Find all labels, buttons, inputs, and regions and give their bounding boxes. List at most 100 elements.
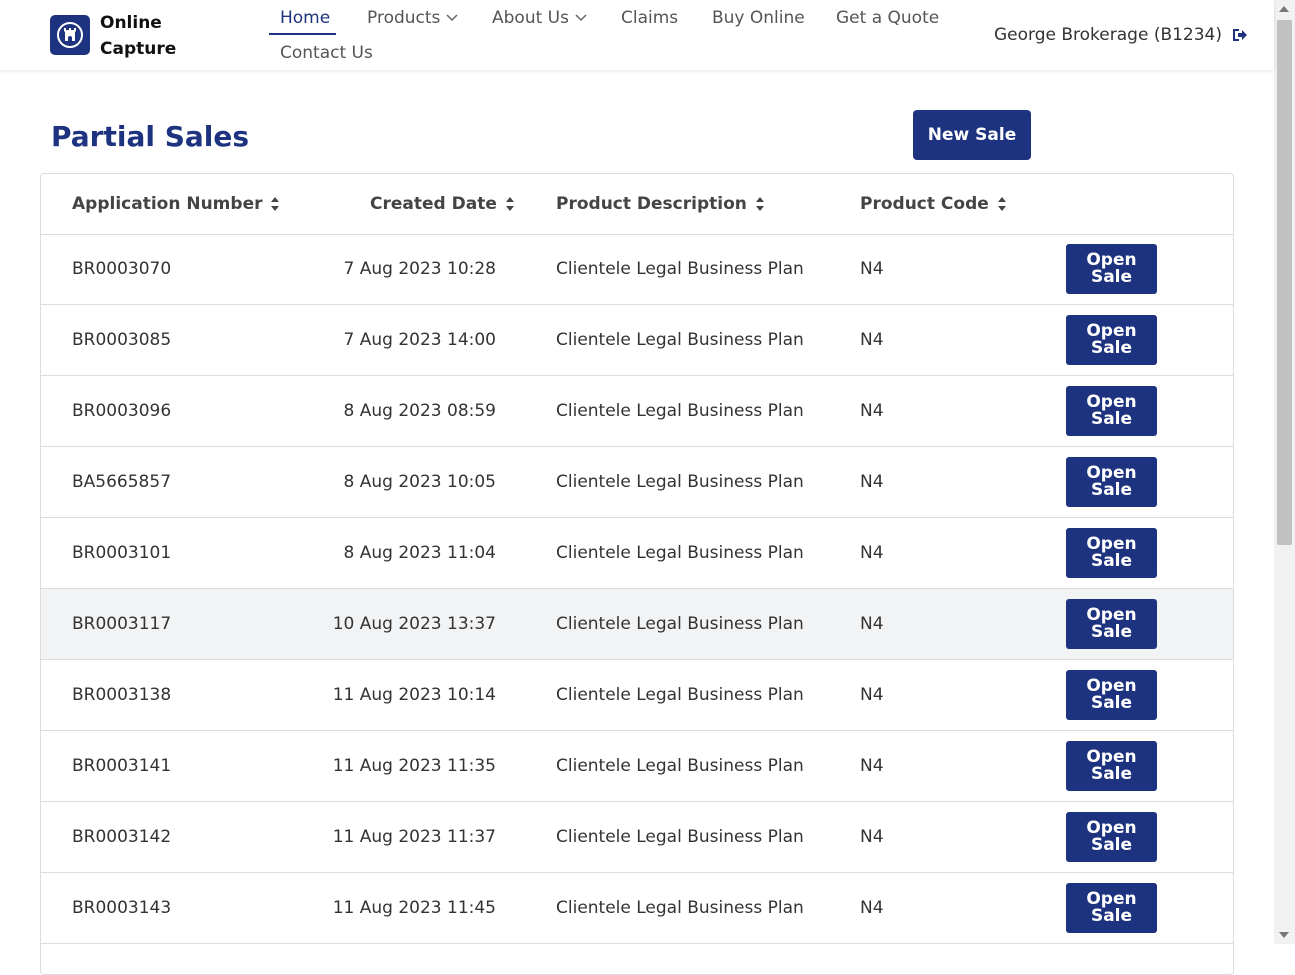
created-date-cell: 7 Aug 2023 10:28 xyxy=(343,259,496,279)
nav-claims[interactable]: Claims xyxy=(621,8,678,28)
open-sale-button[interactable]: Open Sale xyxy=(1066,315,1157,365)
open-sale-label-2: Sale xyxy=(1090,906,1133,926)
column-header-created-date[interactable]: Created Date xyxy=(370,194,515,214)
open-sale-label-2: Sale xyxy=(1090,764,1133,784)
open-sale-label-2: Sale xyxy=(1090,267,1133,287)
nav-contact-us[interactable]: Contact Us xyxy=(280,43,373,63)
created-date-cell: 11 Aug 2023 10:14 xyxy=(332,685,496,705)
table-row: BA5665857 8 Aug 2023 10:05 Clientele Leg… xyxy=(41,447,1233,518)
user-name: George Brokerage (B1234) xyxy=(994,25,1223,45)
table-row: BR0003143 11 Aug 2023 11:45 Clientele Le… xyxy=(41,873,1233,944)
brand-name: Online Capture xyxy=(100,10,220,62)
application-number-cell: BA5665857 xyxy=(72,472,172,492)
product-code-cell: N4 xyxy=(860,259,884,279)
chevron-down-icon xyxy=(446,14,458,22)
product-code-cell: N4 xyxy=(860,543,884,563)
product-description-cell: Clientele Legal Business Plan xyxy=(556,259,804,279)
table-row: BR0003138 11 Aug 2023 10:14 Clientele Le… xyxy=(41,660,1233,731)
product-code-cell: N4 xyxy=(860,827,884,847)
nav-contact-us-label: Contact Us xyxy=(280,43,373,63)
scroll-down-arrow-icon[interactable] xyxy=(1279,932,1289,938)
column-header-label: Application Number xyxy=(72,194,263,214)
product-code-cell: N4 xyxy=(860,330,884,350)
product-description-cell: Clientele Legal Business Plan xyxy=(556,401,804,421)
open-sale-label-2: Sale xyxy=(1090,338,1133,358)
table-row: BR0003085 7 Aug 2023 14:00 Clientele Leg… xyxy=(41,305,1233,376)
product-code-cell: N4 xyxy=(860,756,884,776)
sort-icon xyxy=(997,197,1006,211)
product-description-cell: Clientele Legal Business Plan xyxy=(556,898,804,918)
nav-home-label: Home xyxy=(280,8,331,28)
product-description-cell: Clientele Legal Business Plan xyxy=(556,543,804,563)
open-sale-button[interactable]: Open Sale xyxy=(1066,670,1157,720)
application-number-cell: BR0003101 xyxy=(72,543,172,563)
created-date-cell: 8 Aug 2023 10:05 xyxy=(343,472,496,492)
open-sale-button[interactable]: Open Sale xyxy=(1066,812,1157,862)
castle-shield-icon xyxy=(57,22,83,48)
created-date-cell: 11 Aug 2023 11:37 xyxy=(332,827,496,847)
table-row: BR0003101 8 Aug 2023 11:04 Clientele Leg… xyxy=(41,518,1233,589)
table-row: BR0003142 11 Aug 2023 11:37 Clientele Le… xyxy=(41,802,1233,873)
open-sale-label-2: Sale xyxy=(1090,409,1133,429)
nav-active-underline xyxy=(269,33,336,35)
open-sale-button[interactable]: Open Sale xyxy=(1066,741,1157,791)
created-date-cell: 10 Aug 2023 13:37 xyxy=(332,614,496,634)
open-sale-label-2: Sale xyxy=(1090,622,1133,642)
nav-claims-label: Claims xyxy=(621,8,679,28)
scroll-up-arrow-icon[interactable] xyxy=(1279,6,1289,12)
application-number-cell: BR0003142 xyxy=(72,827,172,847)
column-header-product-description[interactable]: Product Description xyxy=(556,194,765,214)
table-row: BR0003096 8 Aug 2023 08:59 Clientele Leg… xyxy=(41,376,1233,447)
user-account[interactable]: George Brokerage (B1234) xyxy=(994,25,1248,45)
nav-buy-online[interactable]: Buy Online xyxy=(712,8,805,28)
brand-line-1: Online xyxy=(100,13,162,33)
nav-products-label: Products xyxy=(367,8,441,28)
table-row: BR0003117 10 Aug 2023 13:37 Clientele Le… xyxy=(41,589,1233,660)
nav-about-us[interactable]: About Us xyxy=(492,8,587,28)
product-description-cell: Clientele Legal Business Plan xyxy=(556,614,804,634)
nav-about-us-label: About Us xyxy=(492,8,569,28)
company-logo[interactable] xyxy=(50,15,90,55)
product-description-cell: Clientele Legal Business Plan xyxy=(556,472,804,492)
sort-icon xyxy=(271,197,280,211)
product-description-cell: Clientele Legal Business Plan xyxy=(556,685,804,705)
open-sale-button[interactable]: Open Sale xyxy=(1066,244,1157,294)
sort-icon xyxy=(505,197,514,211)
scrollbar-thumb[interactable] xyxy=(1277,20,1292,545)
product-description-cell: Clientele Legal Business Plan xyxy=(556,827,804,847)
product-code-cell: N4 xyxy=(860,898,884,918)
column-header-product-code[interactable]: Product Code xyxy=(860,194,1007,214)
open-sale-button[interactable]: Open Sale xyxy=(1066,599,1157,649)
nav-get-a-quote[interactable]: Get a Quote xyxy=(836,8,939,28)
sign-out-icon[interactable] xyxy=(1232,28,1248,42)
application-number-cell: BR0003085 xyxy=(72,330,172,350)
created-date-cell: 8 Aug 2023 11:04 xyxy=(343,543,496,563)
nav-get-a-quote-label: Get a Quote xyxy=(836,8,940,28)
nav-products[interactable]: Products xyxy=(367,8,458,28)
top-navbar: Online Capture Home Products About Us Cl… xyxy=(0,0,1274,70)
created-date-cell: 7 Aug 2023 14:00 xyxy=(343,330,496,350)
open-sale-button[interactable]: Open Sale xyxy=(1066,883,1157,933)
column-header-application-number[interactable]: Application Number xyxy=(72,194,280,214)
column-header-label: Created Date xyxy=(370,194,497,214)
open-sale-button[interactable]: Open Sale xyxy=(1066,528,1157,578)
open-sale-label-2: Sale xyxy=(1090,480,1133,500)
open-sale-label-2: Sale xyxy=(1090,835,1133,855)
open-sale-button[interactable]: Open Sale xyxy=(1066,457,1157,507)
table-row: BR0003070 7 Aug 2023 10:28 Clientele Leg… xyxy=(41,234,1233,305)
application-number-cell: BR0003070 xyxy=(72,259,172,279)
created-date-cell: 8 Aug 2023 08:59 xyxy=(343,401,496,421)
chevron-down-icon xyxy=(575,14,587,22)
column-header-label: Product Code xyxy=(860,194,989,214)
nav-home[interactable]: Home xyxy=(280,8,330,28)
page-scrollbar[interactable] xyxy=(1274,0,1295,944)
sort-icon xyxy=(755,197,764,211)
open-sale-button[interactable]: Open Sale xyxy=(1066,386,1157,436)
application-number-cell: BR0003141 xyxy=(72,756,172,776)
created-date-cell: 11 Aug 2023 11:45 xyxy=(332,898,496,918)
table-row: BR0003141 11 Aug 2023 11:35 Clientele Le… xyxy=(41,731,1233,802)
new-sale-button[interactable]: New Sale xyxy=(913,110,1031,160)
application-number-cell: BR0003117 xyxy=(72,614,172,634)
product-code-cell: N4 xyxy=(860,401,884,421)
table-header: Application Number Created Date Product … xyxy=(41,174,1233,235)
